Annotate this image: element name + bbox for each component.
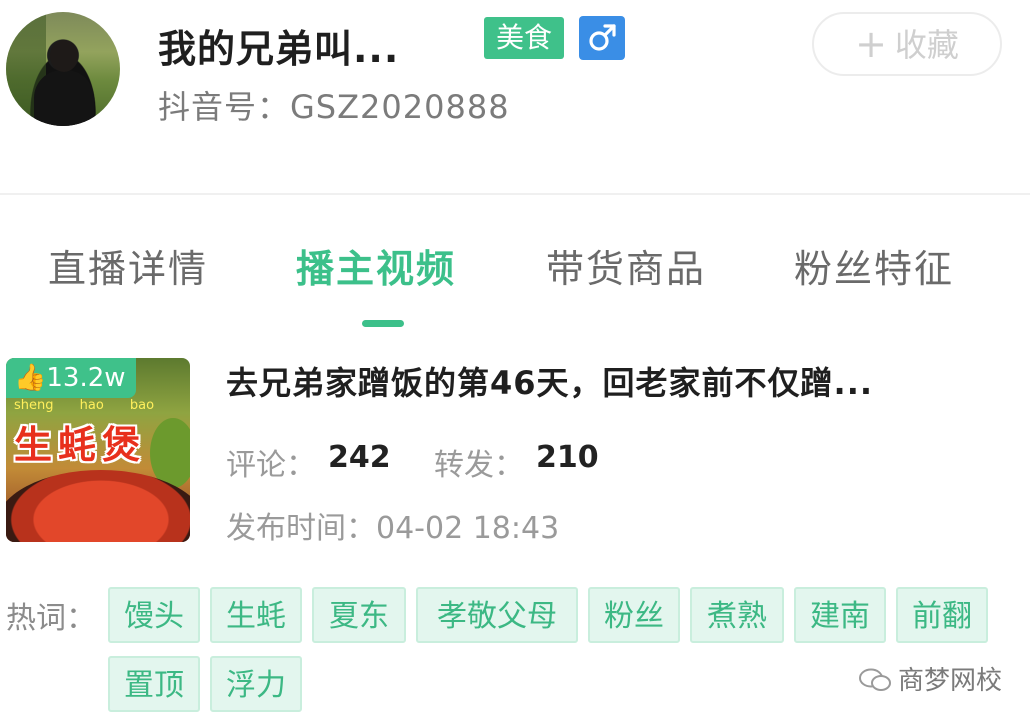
- thumbs-up-icon: 👍: [14, 363, 47, 393]
- avatar[interactable]: [6, 12, 120, 126]
- hot-word-chip[interactable]: 夏东: [312, 587, 406, 643]
- chat-bubbles-icon: [859, 668, 891, 691]
- shares-label: 转发：: [434, 448, 524, 483]
- section-divider: [0, 193, 1030, 195]
- video-thumbnail[interactable]: 👍13.2w sheng hao bao 生蚝煲: [6, 358, 190, 542]
- category-badge: 美食: [484, 17, 565, 59]
- tab-creator-videos[interactable]: 播主视频: [296, 238, 456, 293]
- comments-label: 评论：: [226, 448, 316, 483]
- hot-word-chip[interactable]: 建南: [794, 587, 886, 643]
- favorite-button[interactable]: + 收藏: [812, 12, 1002, 76]
- thumbnail-dish-text: 生蚝煲: [14, 423, 147, 467]
- hot-word-chip[interactable]: 置顶: [108, 656, 200, 712]
- thumbnail-pinyin: sheng hao bao: [14, 398, 155, 413]
- video-title[interactable]: 去兄弟家蹭饭的第46天，回老家前不仅蹭...: [226, 358, 873, 404]
- male-icon: [579, 16, 625, 60]
- favorite-label: 收藏: [894, 26, 959, 64]
- hot-words-label: 热词：: [6, 601, 96, 636]
- profile-name: 我的兄弟叫...: [158, 27, 400, 71]
- hot-word-chip[interactable]: 粉丝: [588, 587, 680, 643]
- like-count-badge: 👍13.2w: [6, 358, 136, 398]
- hot-word-chip[interactable]: 浮力: [210, 656, 302, 712]
- hot-word-chip[interactable]: 馒头: [108, 587, 200, 643]
- hot-word-chip[interactable]: 生蚝: [210, 587, 302, 643]
- hot-word-chip[interactable]: 煮熟: [690, 587, 784, 643]
- shares-count: 210: [536, 440, 599, 475]
- hot-word-chip[interactable]: 前翻: [896, 587, 988, 643]
- tab-live-details[interactable]: 直播详情: [48, 238, 208, 293]
- douyin-id: 抖音号：GSZ2020888: [158, 88, 510, 126]
- active-tab-indicator: [362, 320, 404, 327]
- publish-time: 发布时间：04-02 18:43: [226, 511, 560, 546]
- plus-icon: +: [855, 22, 887, 66]
- tab-fan-profile[interactable]: 粉丝特征: [794, 238, 954, 293]
- watermark-text: 商梦网校: [898, 666, 1003, 696]
- tab-products[interactable]: 带货商品: [546, 238, 706, 293]
- watermark: 商梦网校: [858, 660, 1002, 697]
- comments-count: 242: [328, 440, 391, 475]
- hot-word-chip[interactable]: 孝敬父母: [416, 587, 578, 643]
- like-count: 13.2w: [46, 363, 126, 393]
